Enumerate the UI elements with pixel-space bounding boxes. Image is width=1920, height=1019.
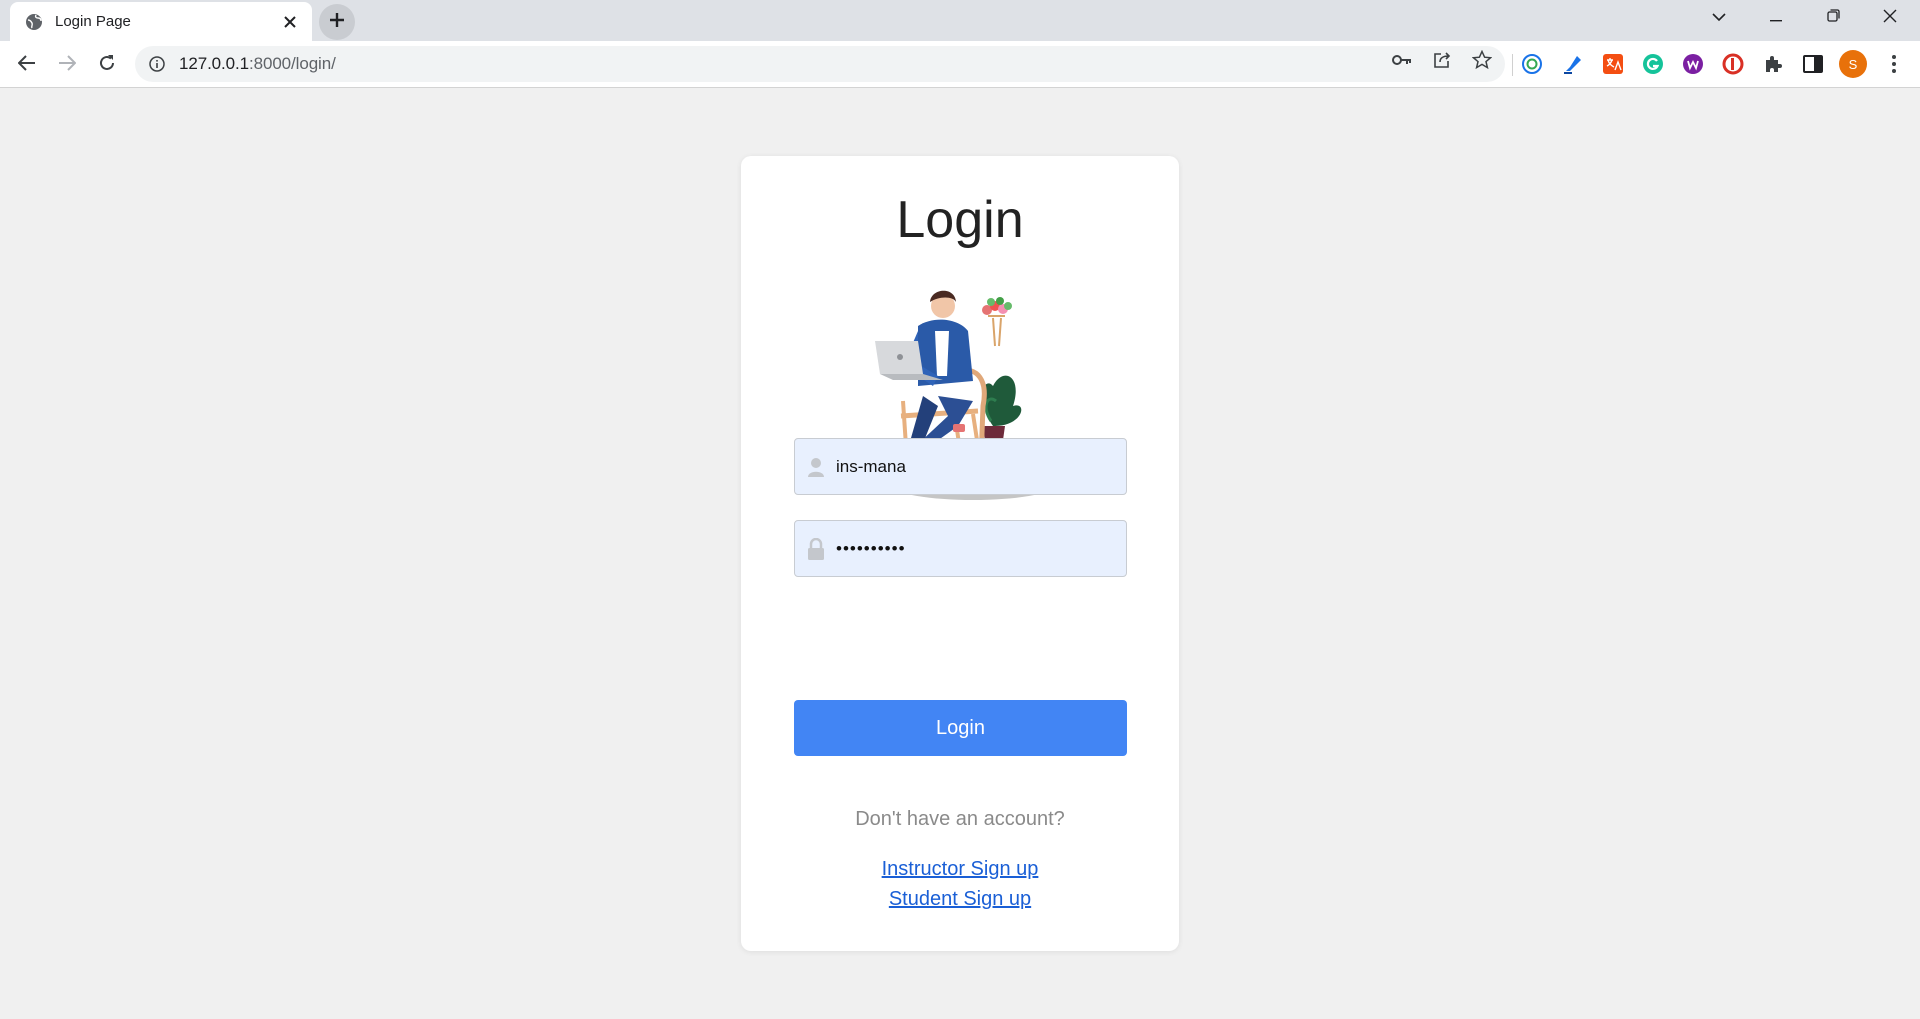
purple-extension-icon[interactable] (1681, 52, 1705, 76)
extensions-icon[interactable] (1761, 52, 1785, 76)
username-field[interactable]: ins-mana (794, 438, 1127, 495)
chevron-down-icon (1712, 9, 1726, 27)
signup-prompt: Don't have an account? (855, 808, 1065, 830)
plus-icon (329, 12, 345, 33)
url-text: 127.0.0.1:8000/login/ (179, 54, 336, 74)
star-icon[interactable] (1472, 50, 1492, 70)
tab-search-button[interactable] (1691, 0, 1747, 36)
tab-title: Login Page (55, 13, 131, 30)
new-tab-button[interactable] (319, 4, 355, 40)
back-button[interactable] (11, 49, 43, 81)
share-icon[interactable] (1432, 50, 1452, 70)
side-panel-icon[interactable] (1801, 52, 1825, 76)
key-icon[interactable] (1392, 50, 1412, 70)
minimize-button[interactable] (1748, 0, 1804, 36)
translate-extension-icon[interactable] (1601, 52, 1625, 76)
highlighter-extension-icon[interactable] (1561, 52, 1585, 76)
close-icon[interactable] (280, 12, 300, 32)
forward-button[interactable] (51, 49, 83, 81)
tab-strip: Login Page (0, 0, 1920, 41)
login-card: Login ins-mana •••••••••• Login Don't ha… (741, 156, 1179, 951)
student-signup-label[interactable]: Student Sign up (889, 888, 1031, 910)
url-host: 127.0.0.1 (179, 54, 249, 73)
back-icon (17, 54, 36, 76)
globe-icon (25, 13, 43, 31)
grammarly-icon[interactable] (1641, 52, 1665, 76)
restore-button[interactable] (1805, 0, 1861, 36)
user-icon (806, 456, 826, 478)
address-bar[interactable]: 127.0.0.1:8000/login/ (135, 46, 1505, 82)
profile-avatar[interactable]: S (1839, 50, 1867, 78)
student-signup-link[interactable]: Student Sign up (741, 888, 1179, 911)
password-input[interactable]: •••••••••• (836, 539, 906, 559)
browser-toolbar: 127.0.0.1:8000/login/ S (0, 41, 1920, 88)
login-button[interactable]: Login (794, 700, 1127, 756)
toolbar-divider (1512, 54, 1513, 76)
instructor-signup-link[interactable]: Instructor Sign up (741, 858, 1179, 881)
url-path: :8000/login/ (249, 54, 336, 73)
username-input[interactable]: ins-mana (836, 457, 906, 477)
window-close-icon (1883, 9, 1897, 28)
instructor-signup-label[interactable]: Instructor Sign up (882, 858, 1039, 880)
menu-icon[interactable] (1882, 52, 1906, 76)
restore-icon (1826, 9, 1840, 27)
extension-ring-icon[interactable] (1520, 52, 1544, 76)
browser-tab[interactable]: Login Page (10, 2, 312, 41)
profile-initial: S (1848, 56, 1858, 72)
page-title: Login (896, 191, 1024, 249)
forward-icon (58, 54, 77, 76)
password-field[interactable]: •••••••••• (794, 520, 1127, 577)
window-close-button[interactable] (1862, 0, 1918, 36)
lock-icon (806, 537, 826, 560)
reload-button[interactable] (91, 49, 123, 81)
reload-icon (98, 54, 116, 77)
minimize-icon (1770, 9, 1782, 27)
red-extension-icon[interactable] (1721, 52, 1745, 76)
info-icon[interactable] (149, 55, 167, 73)
